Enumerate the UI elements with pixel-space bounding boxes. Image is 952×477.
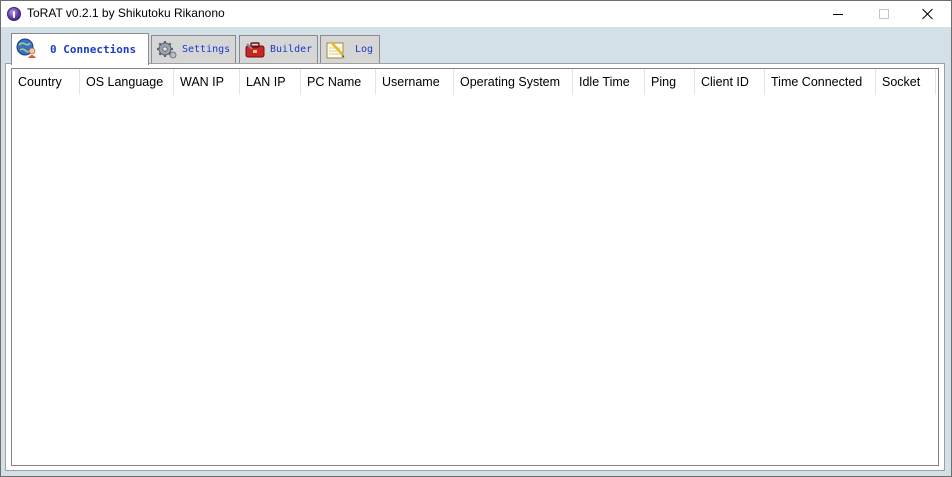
column-header-ping[interactable]: Ping (645, 69, 695, 95)
minimize-button[interactable] (815, 1, 861, 27)
tab-label: Builder (270, 44, 313, 55)
maximize-button[interactable] (861, 1, 907, 27)
column-header-pc-name[interactable]: PC Name (301, 69, 376, 95)
column-header-socket[interactable]: Socket (876, 69, 936, 95)
tab-builder[interactable]: Builder (239, 35, 318, 63)
app-window: ToRAT v0.2.1 by Shikutoku Rikanono 0 Con… (0, 0, 952, 477)
notepad-icon (326, 41, 345, 59)
client-area: 0 Connections Settings Builder Log Count… (1, 27, 951, 476)
gear-icon (157, 41, 177, 59)
window-title: ToRAT v0.2.1 by Shikutoku Rikanono (27, 6, 225, 20)
connections-panel: Country OS Language WAN IP LAN IP PC Nam… (5, 63, 945, 471)
tab-label: Log (355, 44, 374, 55)
title-bar[interactable]: ToRAT v0.2.1 by Shikutoku Rikanono (1, 1, 951, 27)
tab-connections[interactable]: 0 Connections (11, 33, 149, 65)
column-header-time-connected[interactable]: Time Connected (765, 69, 876, 95)
column-header-country[interactable]: Country (12, 69, 80, 95)
list-header: Country OS Language WAN IP LAN IP PC Nam… (12, 69, 936, 95)
close-icon (922, 8, 934, 20)
column-header-operating-system[interactable]: Operating System (454, 69, 573, 95)
column-header-lan-ip[interactable]: LAN IP (240, 69, 301, 95)
column-header-idle-time[interactable]: Idle Time (573, 69, 645, 95)
column-header-wan-ip[interactable]: WAN IP (174, 69, 240, 95)
globe-user-icon (16, 38, 36, 58)
close-button[interactable] (905, 1, 951, 27)
tab-settings[interactable]: Settings (151, 35, 236, 63)
tab-label: Settings (182, 44, 231, 55)
column-header-username[interactable]: Username (376, 69, 454, 95)
app-icon (7, 7, 21, 21)
tab-log[interactable]: Log (320, 35, 380, 63)
maximize-icon (879, 9, 889, 19)
tab-label: 0 Connections (50, 43, 137, 56)
connections-list[interactable]: Country OS Language WAN IP LAN IP PC Nam… (11, 68, 939, 466)
minimize-icon (833, 13, 843, 15)
column-header-os-language[interactable]: OS Language (80, 69, 174, 95)
column-header-client-id[interactable]: Client ID (695, 69, 765, 95)
toolbox-icon (245, 42, 265, 58)
